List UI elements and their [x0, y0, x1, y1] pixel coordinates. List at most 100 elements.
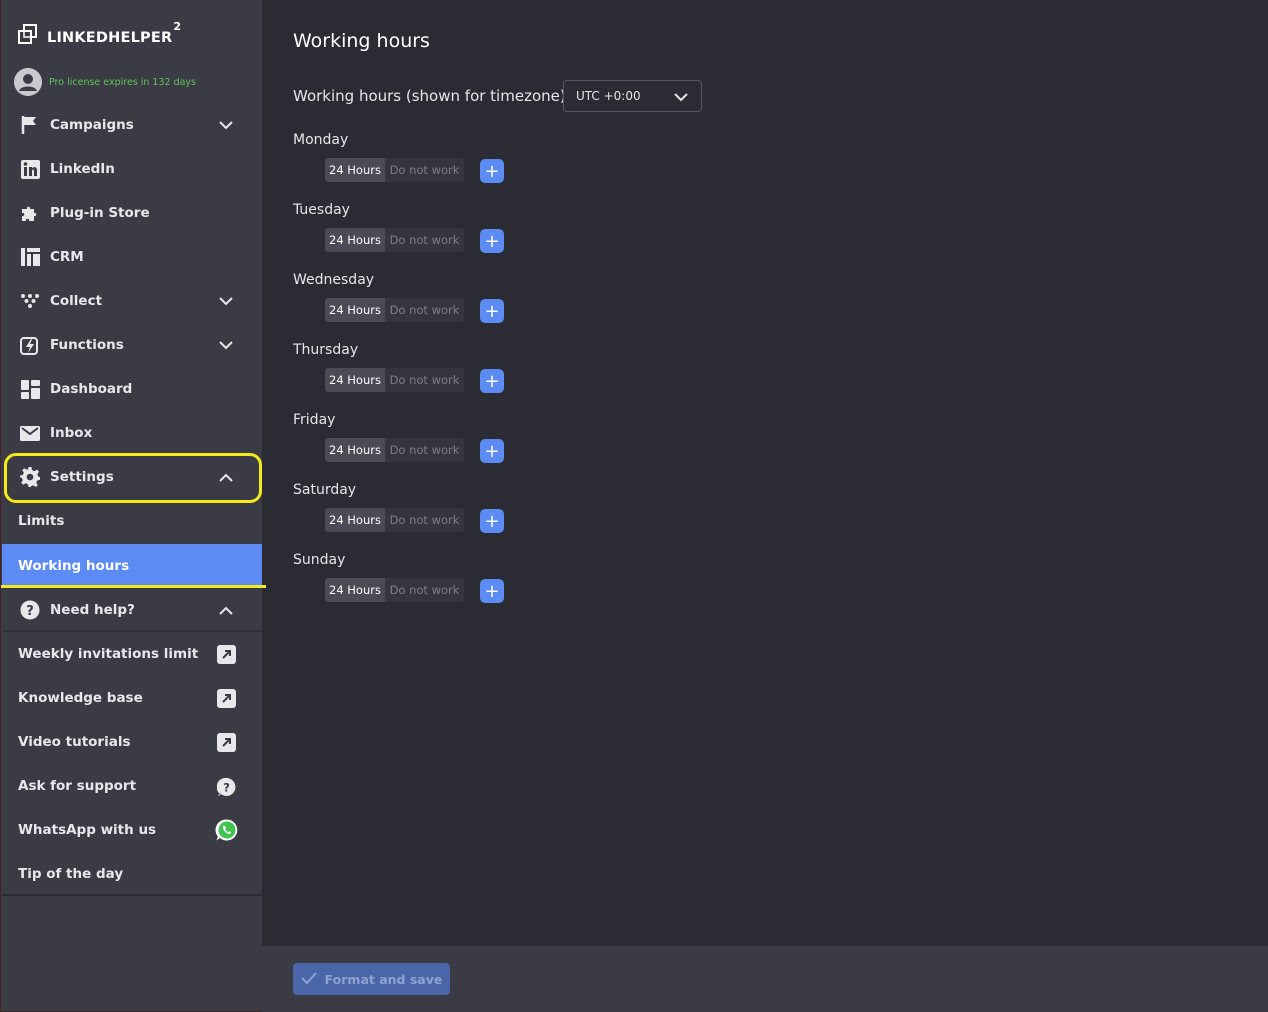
- sidebar-item-label: Inbox: [50, 425, 93, 441]
- 24-hours-option[interactable]: 24 Hours: [325, 368, 385, 392]
- sidebar-item-collect[interactable]: Collect: [2, 279, 262, 323]
- timezone-select[interactable]: UTC +0:00: [563, 80, 702, 112]
- logo-superscript: 2: [173, 20, 182, 34]
- 24-hours-option[interactable]: 24 Hours: [325, 438, 385, 462]
- hours-toggle: 24 Hours Do not work: [325, 298, 464, 322]
- support-question-icon: ?: [217, 777, 236, 796]
- add-interval-button[interactable]: +: [480, 299, 504, 323]
- app-logo[interactable]: LINKEDHELPER2: [17, 20, 182, 50]
- 24-hours-option[interactable]: 24 Hours: [325, 508, 385, 532]
- day-name: Friday: [293, 412, 336, 428]
- add-interval-button[interactable]: +: [480, 369, 504, 393]
- sidebar-item-linkedin[interactable]: LinkedIn: [2, 147, 262, 191]
- help-item-ask-for-support[interactable]: Ask for support ?: [2, 764, 262, 808]
- add-interval-button[interactable]: +: [480, 159, 504, 183]
- user-icon: [14, 68, 42, 96]
- hours-toggle: 24 Hours Do not work: [325, 368, 464, 392]
- help-item-tip-of-the-day[interactable]: Tip of the day: [2, 852, 262, 896]
- chevron-down-icon[interactable]: [217, 117, 235, 133]
- sidebar-item-label: Collect: [50, 293, 103, 309]
- sidebar-item-label: CRM: [50, 249, 84, 265]
- help-item-whatsapp[interactable]: WhatsApp with us: [2, 808, 262, 852]
- help-item-label: Weekly invitations limit: [18, 646, 199, 662]
- hours-toggle: 24 Hours Do not work: [325, 508, 464, 532]
- svg-text:?: ?: [223, 780, 230, 794]
- do-not-work-option[interactable]: Do not work: [385, 578, 464, 602]
- do-not-work-option[interactable]: Do not work: [385, 158, 464, 182]
- save-button-label: Format and save: [324, 971, 443, 987]
- sidebar-item-label: Functions: [50, 337, 124, 353]
- hours-toggle: 24 Hours Do not work: [325, 438, 464, 462]
- do-not-work-option[interactable]: Do not work: [385, 228, 464, 252]
- chevron-down-icon: [673, 90, 689, 104]
- day-row-thursday: Thursday 24 Hours Do not work +: [293, 342, 693, 412]
- sidebar-item-settings[interactable]: Settings: [2, 455, 262, 499]
- external-link-icon: [217, 645, 236, 664]
- sidebar-item-label: Working hours: [18, 558, 130, 574]
- flag-icon: [20, 115, 40, 135]
- add-interval-button[interactable]: +: [480, 229, 504, 253]
- hours-toggle: 24 Hours Do not work: [325, 158, 464, 182]
- sidebar-item-inbox[interactable]: Inbox: [2, 411, 262, 455]
- divider: [2, 894, 262, 896]
- help-item-label: Knowledge base: [18, 690, 143, 706]
- help-item-label: WhatsApp with us: [18, 822, 157, 838]
- sidebar-item-label: Dashboard: [50, 381, 133, 397]
- dashboard-icon: [20, 379, 40, 399]
- 24-hours-option[interactable]: 24 Hours: [325, 158, 385, 182]
- do-not-work-option[interactable]: Do not work: [385, 508, 464, 532]
- sidebar-item-label: Need help?: [50, 602, 135, 618]
- day-name: Wednesday: [293, 272, 375, 288]
- sidebar-item-need-help[interactable]: ? Need help?: [2, 588, 262, 632]
- sidebar-item-label: Plug-in Store: [50, 205, 150, 221]
- do-not-work-option[interactable]: Do not work: [385, 368, 464, 392]
- logo-icon: [17, 23, 39, 49]
- checkmark-icon: [300, 971, 317, 987]
- do-not-work-option[interactable]: Do not work: [385, 298, 464, 322]
- do-not-work-option[interactable]: Do not work: [385, 438, 464, 462]
- sidebar-item-label: Settings: [50, 469, 114, 485]
- chevron-down-icon[interactable]: [217, 337, 235, 353]
- 24-hours-option[interactable]: 24 Hours: [325, 228, 385, 252]
- mail-icon: [20, 423, 40, 443]
- hours-toggle: 24 Hours Do not work: [325, 578, 464, 602]
- sidebar-item-plugin-store[interactable]: Plug-in Store: [2, 191, 262, 235]
- page-title: Working hours: [293, 30, 430, 52]
- sidebar-item-working-hours[interactable]: Working hours: [2, 544, 262, 588]
- add-interval-button[interactable]: +: [480, 579, 504, 603]
- format-and-save-button[interactable]: Format and save: [293, 963, 450, 995]
- day-row-monday: Monday 24 Hours Do not work +: [293, 132, 693, 202]
- 24-hours-option[interactable]: 24 Hours: [325, 298, 385, 322]
- gear-icon: [20, 467, 40, 487]
- external-link-icon: [217, 733, 236, 752]
- 24-hours-option[interactable]: 24 Hours: [325, 578, 385, 602]
- sidebar-item-label: Campaigns: [50, 117, 134, 133]
- license-status[interactable]: Pro license expires in 132 days: [14, 67, 196, 97]
- chevron-down-icon[interactable]: [217, 293, 235, 309]
- chevron-up-icon[interactable]: [217, 469, 235, 485]
- sidebar-item-label: Limits: [18, 513, 65, 529]
- external-link-icon: [217, 689, 236, 708]
- sidebar-item-limits[interactable]: Limits: [2, 499, 262, 543]
- day-row-wednesday: Wednesday 24 Hours Do not work +: [293, 272, 693, 342]
- footer-bar: Format and save: [262, 946, 1268, 1012]
- sidebar-item-crm[interactable]: CRM: [2, 235, 262, 279]
- add-interval-button[interactable]: +: [480, 509, 504, 533]
- day-row-friday: Friday 24 Hours Do not work +: [293, 412, 693, 482]
- add-interval-button[interactable]: +: [480, 439, 504, 463]
- chevron-up-icon[interactable]: [217, 602, 235, 618]
- sidebar-item-campaigns[interactable]: Campaigns: [2, 103, 262, 147]
- day-name: Saturday: [293, 482, 357, 498]
- help-item-label: Ask for support: [18, 778, 137, 794]
- help-item-weekly-invitations-limit[interactable]: Weekly invitations limit: [2, 632, 262, 676]
- help-item-knowledge-base[interactable]: Knowledge base: [2, 676, 262, 720]
- sidebar-item-functions[interactable]: Functions: [2, 323, 262, 367]
- sidebar-item-label: LinkedIn: [50, 161, 115, 177]
- timezone-label: Working hours (shown for timezone):: [293, 87, 571, 105]
- help-item-video-tutorials[interactable]: Video tutorials: [2, 720, 262, 764]
- day-name: Thursday: [293, 342, 359, 358]
- svg-text:?: ?: [26, 604, 34, 619]
- avatar[interactable]: [14, 68, 42, 96]
- logo-text: LINKEDHELPER: [47, 29, 173, 46]
- sidebar-item-dashboard[interactable]: Dashboard: [2, 367, 262, 411]
